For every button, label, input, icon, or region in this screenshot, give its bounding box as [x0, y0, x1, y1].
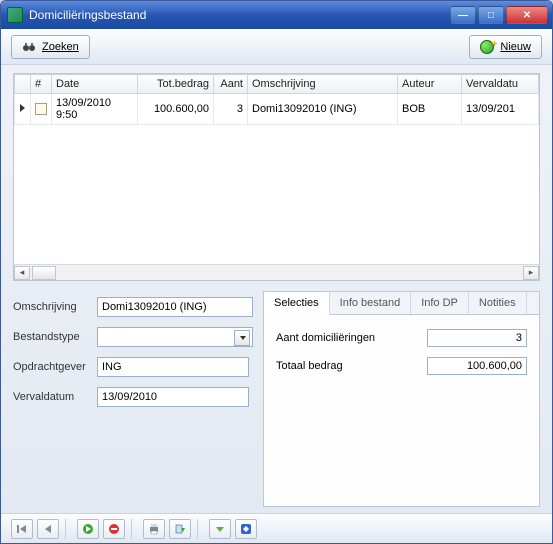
select-bestandstype[interactable] — [97, 327, 253, 347]
cell-vervaldatum: 13/09/201 — [462, 94, 539, 125]
tab-body-selecties: Aant domiciliëringen 3 Totaal bedrag 100… — [264, 315, 539, 389]
lower-pane: Omschrijving Bestandstype Opdrachtgever … — [13, 291, 540, 507]
toolbar: Zoeken Nieuw — [1, 29, 552, 65]
app-icon — [7, 7, 23, 23]
app-window: Domiciliëringsbestand — □ ✕ Zoeken Nieuw — [0, 0, 553, 544]
search-button[interactable]: Zoeken — [11, 35, 90, 59]
value-aant-dom: 3 — [427, 329, 527, 347]
stop-button[interactable] — [103, 519, 125, 539]
tab-info-bestand[interactable]: Info bestand — [330, 292, 412, 314]
scroll-thumb[interactable] — [32, 266, 56, 280]
detail-form: Omschrijving Bestandstype Opdrachtgever … — [13, 291, 253, 507]
tab-info-dp[interactable]: Info DP — [411, 292, 469, 314]
row-note-icon — [35, 103, 47, 115]
window-title: Domiciliëringsbestand — [29, 8, 450, 22]
cell-date: 13/09/2010 9:50 — [52, 94, 138, 125]
grid-header-row: # Date Tot.bedrag Aant Omschrijving Aute… — [15, 75, 539, 94]
label-totaal-bedrag: Totaal bedrag — [276, 360, 427, 372]
scroll-right-icon[interactable]: ▸ — [523, 266, 539, 280]
input-opdrachtgever[interactable] — [97, 357, 249, 377]
tabs-panel: Selecties Info bestand Info DP Notities … — [263, 291, 540, 507]
data-grid[interactable]: # Date Tot.bedrag Aant Omschrijving Aute… — [13, 73, 540, 281]
minimize-button[interactable]: — — [450, 6, 476, 24]
nav-prev-button[interactable] — [37, 519, 59, 539]
label-omschrijving: Omschrijving — [13, 301, 91, 313]
grid-hscrollbar[interactable]: ◂ ▸ — [14, 264, 539, 280]
new-button-label: Nieuw — [500, 41, 531, 53]
col-num[interactable]: # — [31, 75, 52, 94]
cell-omschrijving: Domi13092010 (ING) — [248, 94, 398, 125]
scroll-left-icon[interactable]: ◂ — [14, 266, 30, 280]
nav-first-button[interactable] — [11, 519, 33, 539]
search-button-label: Zoeken — [42, 41, 79, 53]
tag-button[interactable] — [235, 519, 257, 539]
new-icon — [480, 40, 494, 54]
cell-auteur: BOB — [398, 94, 462, 125]
maximize-button[interactable]: □ — [478, 6, 504, 24]
col-totbedrag[interactable]: Tot.bedrag — [138, 75, 214, 94]
tab-strip: Selecties Info bestand Info DP Notities — [264, 292, 539, 315]
cell-num — [31, 94, 52, 125]
table-row[interactable]: 13/09/2010 9:50 100.600,00 3 Domi1309201… — [15, 94, 539, 125]
col-vervaldatum[interactable]: Vervaldatu — [462, 75, 539, 94]
input-omschrijving[interactable] — [97, 297, 253, 317]
print-button[interactable] — [143, 519, 165, 539]
binoculars-icon — [22, 40, 36, 54]
cell-aant: 3 — [214, 94, 248, 125]
col-omschrijving[interactable]: Omschrijving — [248, 75, 398, 94]
col-auteur[interactable]: Auteur — [398, 75, 462, 94]
col-aant[interactable]: Aant — [214, 75, 248, 94]
new-button[interactable]: Nieuw — [469, 35, 542, 59]
label-vervaldatum: Vervaldatum — [13, 391, 91, 403]
tab-notities[interactable]: Notities — [469, 292, 527, 314]
label-bestandstype: Bestandstype — [13, 331, 91, 343]
col-date[interactable]: Date — [52, 75, 138, 94]
export-button[interactable] — [169, 519, 191, 539]
bottom-toolbar — [1, 513, 552, 543]
label-opdrachtgever: Opdrachtgever — [13, 361, 91, 373]
titlebar: Domiciliëringsbestand — □ ✕ — [1, 1, 552, 29]
content-area: # Date Tot.bedrag Aant Omschrijving Aute… — [1, 65, 552, 513]
tab-selecties[interactable]: Selecties — [264, 292, 330, 315]
cell-totbedrag: 100.600,00 — [138, 94, 214, 125]
value-totaal-bedrag: 100.600,00 — [427, 357, 527, 375]
go-button[interactable] — [77, 519, 99, 539]
row-indicator-icon — [15, 94, 31, 125]
down-button[interactable] — [209, 519, 231, 539]
close-button[interactable]: ✕ — [506, 6, 548, 24]
input-vervaldatum[interactable] — [97, 387, 249, 407]
label-aant-dom: Aant domiciliëringen — [276, 332, 427, 344]
